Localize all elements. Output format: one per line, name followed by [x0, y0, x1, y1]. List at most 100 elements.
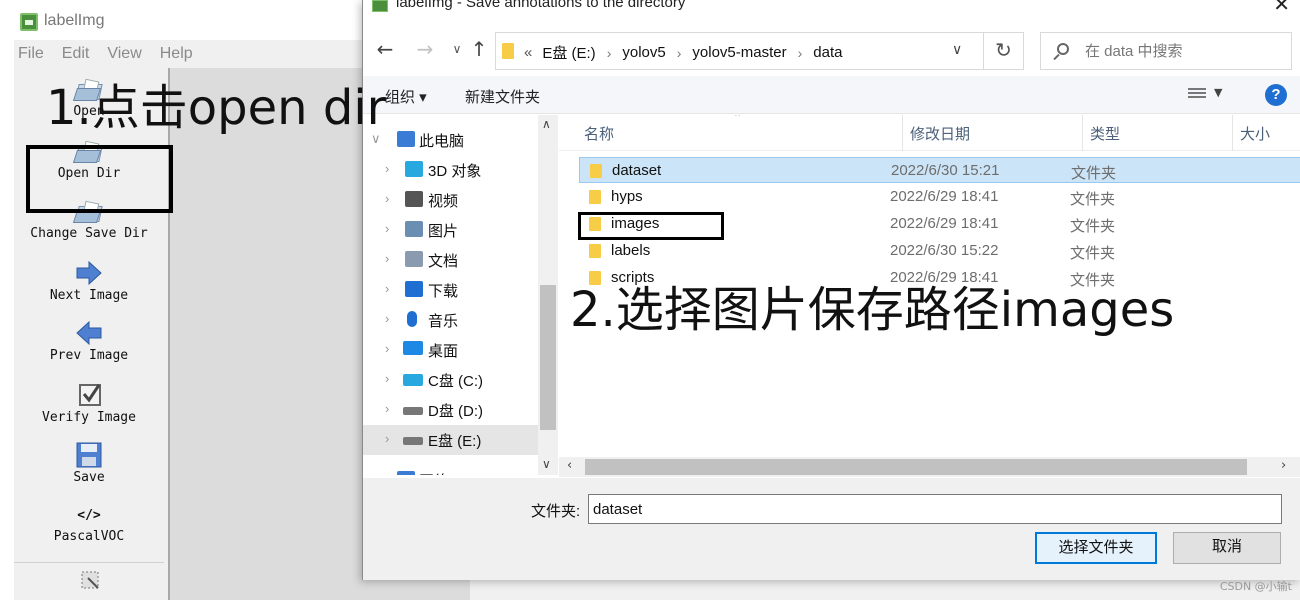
chevron-right-icon: › — [606, 44, 612, 61]
nav-label: 桌面 — [428, 343, 459, 360]
nav-item-music[interactable]: › 音乐 — [363, 305, 538, 335]
column-type[interactable]: 类型 — [1090, 123, 1120, 144]
nav-item-e-drive[interactable]: › E盘 (E:) — [363, 425, 538, 455]
labelimg-logo-icon — [20, 13, 38, 31]
nav-label: D盘 (D:) — [428, 403, 483, 420]
chevron-left-icon[interactable]: ‹ — [567, 458, 572, 473]
nav-label: E盘 (E:) — [428, 433, 482, 450]
change-save-dir-label: Change Save Dir — [30, 226, 148, 241]
chevron-up-icon[interactable]: ∧ — [542, 117, 551, 131]
scroll-thumb[interactable] — [540, 285, 556, 430]
select-folder-button[interactable]: 选择文件夹 — [1035, 532, 1157, 564]
column-size[interactable]: 大小 — [1240, 123, 1270, 144]
chevron-down-icon[interactable]: ∨ — [445, 38, 469, 62]
nav-label: 视频 — [428, 193, 459, 210]
folder-field-label: 文件夹: — [531, 503, 581, 520]
highlight-box-open-dir — [26, 145, 173, 213]
save-button[interactable]: Save — [14, 442, 164, 485]
floppy-icon — [76, 442, 102, 468]
prev-image-label: Prev Image — [49, 348, 129, 363]
nav-label: 文档 — [428, 253, 459, 270]
nav-item-c-drive[interactable]: › C盘 (C:) — [363, 365, 538, 395]
scroll-thumb[interactable] — [585, 459, 1247, 475]
chevron-right-icon: › — [385, 221, 390, 236]
menu-view[interactable]: View — [103, 42, 145, 66]
prev-image-button[interactable]: Prev Image — [14, 320, 164, 363]
help-icon[interactable]: ? — [1265, 84, 1287, 106]
nav-item-documents[interactable]: › 文档 — [363, 245, 538, 275]
nav-item-d-drive[interactable]: › D盘 (D:) — [363, 395, 538, 425]
picture-icon — [405, 221, 423, 237]
dialog-title: labelImg - Save annotations to the direc… — [396, 0, 686, 11]
chevron-down-icon[interactable]: ∨ — [542, 457, 551, 471]
computer-icon — [397, 131, 415, 147]
next-image-button[interactable]: Next Image — [14, 260, 164, 303]
organize-menu[interactable]: 组织 ▾ — [385, 86, 427, 107]
highlight-box-images — [578, 212, 724, 240]
breadcrumb-yolov5[interactable]: yolov5 — [622, 44, 665, 61]
nav-item-videos[interactable]: › 视频 — [363, 185, 538, 215]
pascalvoc-button[interactable]: </> PascalVOC — [14, 506, 164, 544]
file-row-hyps[interactable]: hyps 2022/6/29 18:41 文件夹 — [579, 184, 1300, 210]
chevron-right-icon[interactable]: › — [1281, 458, 1286, 473]
document-icon — [405, 251, 423, 267]
verify-image-button[interactable]: Verify Image — [14, 382, 164, 425]
address-bar[interactable]: « E盘 (E:) › yolov5 › yolov5-master › dat… — [495, 32, 984, 70]
cancel-button[interactable]: 取消 — [1173, 532, 1281, 564]
folder-icon — [589, 244, 601, 258]
back-arrow-icon[interactable]: ← — [373, 38, 397, 62]
breadcrumb-data[interactable]: data — [813, 44, 842, 61]
column-divider — [1082, 115, 1083, 151]
new-folder-button[interactable]: 新建文件夹 — [465, 86, 540, 107]
up-arrow-icon[interactable]: ↑ — [467, 38, 491, 62]
breadcrumb-yolov5-master[interactable]: yolov5-master — [692, 44, 786, 61]
nav-scrollbar[interactable]: ∧ ∨ — [538, 115, 558, 475]
breadcrumb-overflow[interactable]: « — [524, 44, 532, 61]
chevron-down-icon[interactable]: ∨ — [952, 42, 962, 58]
search-icon — [1057, 43, 1069, 55]
column-name[interactable]: 名称 — [584, 123, 614, 144]
sort-up-icon: ⌃ — [733, 115, 743, 124]
annotation-step2: 2.选择图片保存路径images — [570, 282, 1175, 338]
file-row-labels[interactable]: labels 2022/6/30 15:22 文件夹 — [579, 238, 1300, 264]
view-options-button[interactable]: ▼ — [1188, 86, 1228, 106]
column-divider — [902, 115, 903, 151]
close-icon[interactable]: ✕ — [1273, 0, 1290, 14]
verify-image-label: Verify Image — [42, 410, 136, 425]
desktop-icon — [403, 341, 423, 355]
nav-item-3d-objects[interactable]: › 3D 对象 — [363, 155, 538, 185]
nav-item-pictures[interactable]: › 图片 — [363, 215, 538, 245]
nav-item-network[interactable]: › 网络 — [363, 465, 538, 475]
labelimg-logo-icon — [372, 0, 388, 12]
nav-item-desktop[interactable]: › 桌面 — [363, 335, 538, 365]
checkbox-icon — [79, 384, 101, 406]
menu-help[interactable]: Help — [156, 42, 197, 66]
file-type: 文件夹 — [1070, 218, 1116, 235]
search-input[interactable] — [1085, 40, 1285, 62]
chevron-down-icon: ▼ — [1214, 86, 1223, 99]
nav-label: 网络 — [419, 470, 449, 475]
nav-label: 下载 — [428, 283, 459, 300]
refresh-icon[interactable]: ↻ — [984, 32, 1024, 70]
menu-file[interactable]: File — [14, 42, 48, 66]
file-row-dataset[interactable]: dataset 2022/6/30 15:21 文件夹 — [579, 157, 1300, 183]
file-type: 文件夹 — [1070, 191, 1116, 208]
horizontal-scrollbar[interactable]: ‹ › — [559, 457, 1300, 477]
forward-arrow-icon[interactable]: → — [413, 38, 437, 62]
nav-label: 此电脑 — [419, 133, 465, 150]
create-rectbox-button[interactable] — [14, 568, 164, 594]
breadcrumb-e-drive[interactable]: E盘 (E:) — [542, 42, 595, 63]
nav-item-downloads[interactable]: › 下载 — [363, 275, 538, 305]
chevron-right-icon: › — [385, 371, 390, 386]
drive-icon — [403, 437, 423, 445]
arrow-left-icon — [76, 320, 102, 346]
navigation-pane: ∨ 此电脑 › 3D 对象 › 视频 › 图片 › 文档 › 下载 › 音乐 ›… — [363, 115, 538, 475]
chevron-right-icon: › — [385, 191, 390, 206]
column-modified[interactable]: 修改日期 — [910, 123, 970, 144]
drive-icon — [403, 407, 423, 415]
nav-item-this-pc[interactable]: ∨ 此电脑 — [363, 125, 538, 155]
menubar: File Edit View Help — [14, 42, 207, 66]
folder-name-input[interactable] — [588, 494, 1282, 524]
menu-edit[interactable]: Edit — [58, 42, 94, 66]
file-date: 2022/6/30 15:21 — [891, 162, 1000, 179]
